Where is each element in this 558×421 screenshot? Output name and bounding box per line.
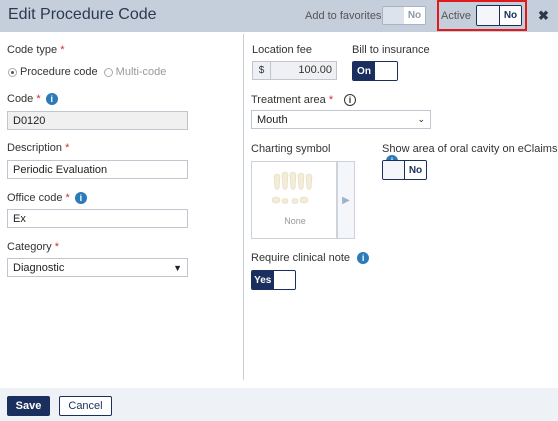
save-button[interactable]: Save [7, 396, 50, 416]
favorites-toggle-yes-segment [383, 7, 404, 24]
currency-prefix: $ [253, 62, 271, 79]
multi-code-label: Multi-code [115, 66, 167, 78]
add-to-favorites-label: Add to favorites [305, 10, 382, 22]
required-mark: * [65, 142, 70, 154]
required-mark: * [36, 93, 41, 105]
require-note-info-icon[interactable]: i [357, 252, 370, 265]
charting-symbol-none: None [284, 216, 306, 226]
code-info-icon[interactable]: i [45, 93, 58, 106]
require-clinical-note-label: Require clinical note i [251, 252, 370, 265]
column-divider [243, 34, 244, 380]
charting-symbol-label: Charting symbol [251, 143, 331, 155]
multi-code-option[interactable]: Multi-code [103, 66, 167, 78]
require-note-no-segment [273, 271, 295, 289]
bill-to-insurance-toggle[interactable]: On [352, 61, 398, 81]
active-toggle[interactable]: No [476, 5, 522, 26]
cancel-button[interactable]: Cancel [59, 396, 112, 416]
caret-down-icon: ▼ [173, 262, 182, 273]
code-type-radio-group: Procedure code Multi-code [8, 66, 166, 78]
dialog-title: Edit Procedure Code [8, 6, 157, 23]
code-label: Code * i [7, 93, 58, 106]
code-type-label: Code type * [7, 44, 65, 56]
show-area-toggle[interactable]: No [382, 160, 427, 180]
active-toggle-yes-segment [477, 6, 499, 25]
required-mark: * [65, 192, 70, 204]
office-code-label: Office code * i [7, 192, 87, 205]
location-fee-value: 100.00 [271, 62, 336, 79]
office-code-field[interactable]: Ex [7, 209, 188, 228]
require-note-yes-segment: Yes [252, 271, 274, 289]
teeth-icon [271, 171, 313, 204]
bill-insurance-off-segment [375, 62, 397, 80]
multi-code-radio[interactable] [103, 67, 113, 77]
category-value: Diagnostic [13, 261, 65, 274]
charting-symbol-next-button[interactable]: ▶ [337, 161, 355, 239]
active-label: Active [441, 10, 471, 22]
treatment-area-info-icon[interactable]: i [344, 94, 356, 106]
chevron-down-icon: ⌄ [417, 114, 425, 124]
favorites-toggle-no-segment: No [404, 7, 425, 24]
active-toggle-no-segment: No [499, 6, 521, 25]
favorites-toggle[interactable]: No [382, 6, 426, 25]
office-code-info-icon[interactable]: i [74, 192, 87, 205]
treatment-area-label: Treatment area * [251, 94, 334, 106]
treatment-area-select[interactable]: Mouth ⌄ [251, 110, 431, 129]
chevron-right-icon: ▶ [342, 194, 350, 206]
description-field[interactable]: Periodic Evaluation [7, 160, 188, 179]
code-field: D0120 [7, 111, 188, 130]
bill-to-insurance-label: Bill to insurance [352, 44, 430, 56]
description-label: Description * [7, 142, 70, 154]
required-mark: * [328, 94, 334, 106]
required-mark: * [60, 44, 65, 56]
require-clinical-note-toggle[interactable]: Yes [251, 270, 296, 290]
close-icon[interactable]: ✖ [538, 8, 549, 24]
bill-insurance-on-segment: On [353, 62, 375, 80]
required-mark: * [54, 241, 59, 253]
charting-symbol-preview[interactable]: None [251, 161, 337, 239]
procedure-code-option[interactable]: Procedure code [8, 66, 98, 78]
location-fee-input[interactable]: $ 100.00 [252, 61, 337, 80]
procedure-code-radio[interactable] [8, 67, 17, 77]
show-area-yes-segment [383, 161, 404, 179]
procedure-code-label: Procedure code [20, 66, 98, 78]
category-label: Category * [7, 241, 59, 253]
location-fee-label: Location fee [252, 44, 312, 56]
treatment-area-value: Mouth [257, 113, 288, 126]
show-area-no-segment: No [404, 161, 426, 179]
category-select[interactable]: Diagnostic ▼ [7, 258, 188, 277]
